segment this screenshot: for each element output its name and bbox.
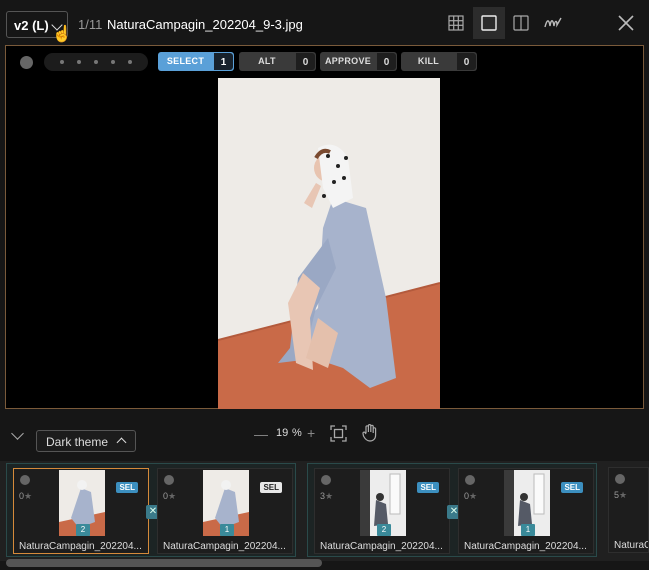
version-number: 1 bbox=[521, 524, 535, 536]
signature-icon bbox=[544, 17, 562, 28]
version-label: v2 (L) bbox=[14, 18, 49, 33]
alt-label: ALT bbox=[258, 56, 276, 66]
card-filename: NaturaCampa bbox=[614, 540, 648, 551]
approve-count: 0 bbox=[377, 53, 396, 70]
fit-screen-icon[interactable] bbox=[330, 425, 347, 442]
compare-view-button[interactable] bbox=[505, 7, 537, 39]
zoom-unit: % bbox=[292, 427, 302, 439]
card-rating: 0★ bbox=[19, 491, 33, 501]
version-stack: 3★ SEL 2 NaturaCampagin_202204... ✕ 0★ S… bbox=[307, 463, 597, 557]
select-label-button[interactable]: SELECT 1 bbox=[158, 52, 234, 71]
grid-icon bbox=[448, 15, 464, 31]
pointer-cursor-icon: ☝ bbox=[52, 26, 72, 43]
card-rating: 3★ bbox=[320, 491, 334, 501]
close-button[interactable] bbox=[612, 9, 640, 37]
grid-view-button[interactable] bbox=[440, 7, 472, 39]
theme-dropdown[interactable]: Dark theme bbox=[36, 430, 136, 452]
filmstrip-card[interactable]: 5★ NaturaCampa bbox=[608, 467, 649, 553]
filmstrip-card[interactable]: 0★ SEL 1 NaturaCampagin_202204... bbox=[157, 468, 293, 554]
zoom-value[interactable]: 19 bbox=[276, 427, 288, 439]
version-number: 1 bbox=[220, 524, 234, 536]
color-label-dot[interactable] bbox=[20, 56, 33, 69]
approve-label: APPROVE bbox=[324, 56, 372, 66]
color-label-dot[interactable] bbox=[615, 474, 625, 484]
file-name: NaturaCampagin_202204_9-3.jpg bbox=[107, 17, 303, 32]
rating-dot[interactable] bbox=[93, 60, 98, 64]
star-rating[interactable] bbox=[44, 53, 148, 71]
collapse-filmstrip-icon[interactable] bbox=[11, 427, 24, 440]
kill-label: KILL bbox=[417, 56, 440, 66]
select-label: SELECT bbox=[166, 56, 205, 66]
color-label-dot[interactable] bbox=[465, 475, 475, 485]
select-tag: SEL bbox=[561, 482, 583, 493]
filmstrip-scrollbar[interactable] bbox=[6, 559, 322, 567]
color-label-dot[interactable] bbox=[321, 475, 331, 485]
signature-view-button[interactable] bbox=[537, 7, 569, 39]
card-filename: NaturaCampagin_202204... bbox=[464, 541, 587, 552]
rating-dot[interactable] bbox=[127, 60, 132, 64]
card-filename: NaturaCampagin_202204... bbox=[320, 541, 443, 552]
filmstrip-card[interactable]: 3★ SEL 2 NaturaCampagin_202204... bbox=[314, 468, 450, 554]
card-rating: 0★ bbox=[464, 491, 478, 501]
filmstrip-card[interactable]: 0★ SEL 2 NaturaCampagin_202204... bbox=[13, 468, 149, 554]
rating-dot[interactable] bbox=[110, 60, 115, 64]
theme-label: Dark theme bbox=[46, 435, 109, 449]
close-icon bbox=[618, 15, 634, 31]
card-filename: NaturaCampagin_202204... bbox=[163, 541, 286, 552]
filmstrip-card[interactable]: 0★ SEL 1 NaturaCampagin_202204... bbox=[458, 468, 594, 554]
single-icon bbox=[481, 15, 497, 31]
main-photo bbox=[218, 78, 440, 409]
alt-label-button[interactable]: ALT 0 bbox=[239, 52, 316, 71]
rating-dot[interactable] bbox=[77, 60, 82, 64]
card-filename: NaturaCampagin_202204... bbox=[19, 541, 142, 552]
rating-dot[interactable] bbox=[60, 60, 65, 64]
chevron-up-icon bbox=[116, 437, 127, 448]
select-count: 1 bbox=[214, 53, 233, 70]
card-rating: 0★ bbox=[163, 491, 177, 501]
filmstrip: 0★ SEL 2 NaturaCampagin_202204... ✕ 0★ S… bbox=[0, 461, 649, 561]
alt-count: 0 bbox=[296, 53, 315, 70]
version-number: 2 bbox=[377, 524, 391, 536]
kill-count: 0 bbox=[457, 53, 476, 70]
select-tag: SEL bbox=[417, 482, 439, 493]
top-bar: v2 (L) ☝ 1/11 NaturaCampagin_202204_9-3.… bbox=[0, 0, 649, 46]
select-tag: SEL bbox=[116, 482, 138, 493]
zoom-out-button[interactable]: — bbox=[254, 426, 268, 442]
version-number: 2 bbox=[76, 524, 90, 536]
pan-hand-icon[interactable] bbox=[362, 424, 378, 442]
kill-label-button[interactable]: KILL 0 bbox=[401, 52, 477, 71]
select-tag: SEL bbox=[260, 482, 282, 493]
card-rating: 5★ bbox=[614, 490, 628, 500]
zoom-in-button[interactable]: + bbox=[307, 425, 315, 441]
image-viewer: SELECT 1 ALT 0 APPROVE 0 KILL 0 bbox=[5, 45, 644, 409]
color-label-dot[interactable] bbox=[164, 475, 174, 485]
approve-label-button[interactable]: APPROVE 0 bbox=[320, 52, 397, 71]
version-stack: 0★ SEL 2 NaturaCampagin_202204... ✕ 0★ S… bbox=[6, 463, 296, 557]
color-label-dot[interactable] bbox=[20, 475, 30, 485]
image-counter: 1/11 bbox=[78, 17, 103, 32]
compare-icon bbox=[513, 15, 529, 31]
single-view-button[interactable] bbox=[473, 7, 505, 39]
